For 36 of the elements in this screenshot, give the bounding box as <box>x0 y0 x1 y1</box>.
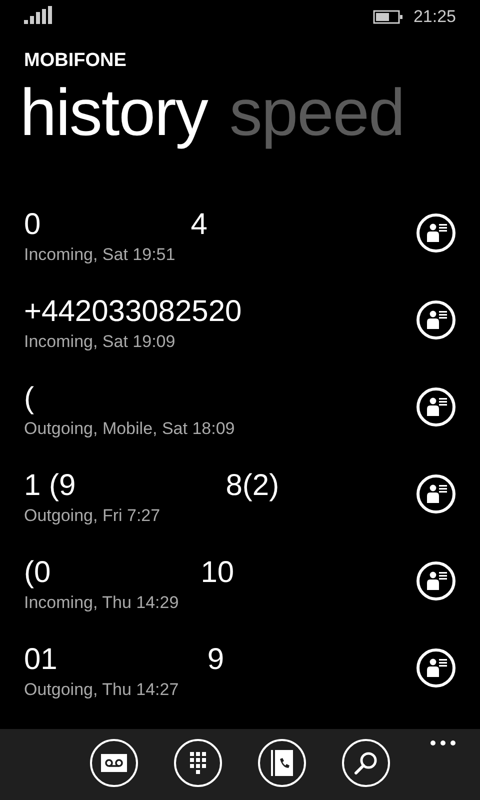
keypad-button[interactable] <box>174 739 222 788</box>
contact-card-icon[interactable] <box>416 387 456 428</box>
contact-card-icon[interactable] <box>416 561 456 602</box>
pivot-tab[interactable]: history <box>20 72 208 152</box>
more-icon[interactable] <box>430 740 456 746</box>
voicemail-button[interactable] <box>90 739 138 788</box>
app-title: MOBIFONE <box>24 50 128 72</box>
call-detail: Incoming, Thu 14:29 <box>24 593 180 614</box>
phone-number: 0 <box>24 207 41 244</box>
voicemail-icon <box>101 754 127 772</box>
keypad-icon <box>190 752 206 774</box>
contact-card-icon[interactable] <box>416 300 456 340</box>
phone-number: 10 <box>200 555 234 592</box>
call-detail: Outgoing, Mobile, Sat 18:09 <box>24 419 235 440</box>
search-icon <box>354 751 378 776</box>
contact-card-icon[interactable] <box>416 474 456 514</box>
call-detail: Incoming, Sat 19:09 <box>24 332 176 352</box>
signal-icon <box>24 6 54 24</box>
contact-card-icon[interactable] <box>416 213 456 254</box>
phone-number: ( <box>24 381 34 418</box>
search-button[interactable] <box>342 739 390 788</box>
phone-number: 1 (9 <box>24 468 76 504</box>
phone-number: (0 <box>24 555 51 592</box>
call-detail: Outgoing, Fri 7:27 <box>24 506 162 526</box>
phone-number: 8(2) <box>226 468 280 504</box>
phone-number: 01 <box>24 642 58 678</box>
clock-time: 21:25 <box>413 6 456 27</box>
phone-book-icon <box>271 750 293 776</box>
phone-number: 4 <box>190 207 208 244</box>
call-detail: Incoming, Sat 19:51 <box>24 245 176 266</box>
battery-icon <box>373 10 404 24</box>
phone-number: 9 <box>207 642 224 678</box>
contacts-button[interactable] <box>258 739 306 788</box>
contact-card-icon[interactable] <box>416 648 456 688</box>
call-detail: Outgoing, Thu 14:27 <box>24 680 180 700</box>
phone-number: +442033082520 <box>24 294 242 330</box>
